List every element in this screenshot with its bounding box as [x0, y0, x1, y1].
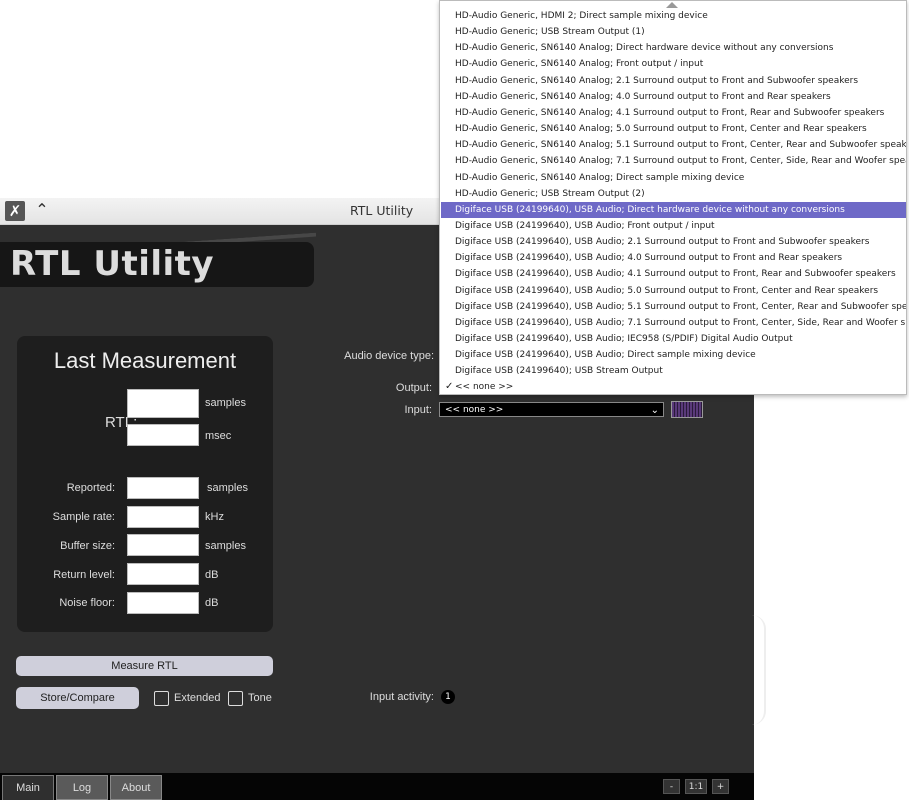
noise-floor-unit: dB — [205, 597, 219, 609]
input-activity-label: Input activity: — [369, 691, 434, 703]
dropdown-item[interactable]: HD-Audio Generic, SN6140 Analog; 2.1 Sur… — [441, 73, 906, 89]
rtl-samples-field[interactable] — [127, 389, 199, 418]
dropdown-item[interactable]: Digiface USB (24199640), USB Audio; IEC9… — [441, 331, 906, 347]
input-activity-indicator: 1 — [441, 690, 455, 704]
sample-rate-label: Sample rate: — [52, 511, 115, 523]
background-decoration — [752, 615, 766, 725]
dropdown-item[interactable]: Digiface USB (24199640), USB Audio; 5.1 … — [441, 299, 906, 315]
dropdown-item[interactable]: Digiface USB (24199640), USB Audio; 7.1 … — [441, 315, 906, 331]
reported-field[interactable] — [127, 477, 199, 499]
dropdown-item-label: Digiface USB (24199640), USB Audio; Dire… — [455, 204, 845, 215]
checkmark-icon: ✓ — [445, 381, 454, 393]
dropdown-item-label: HD-Audio Generic, SN6140 Analog; 4.0 Sur… — [455, 91, 831, 102]
sample-rate-unit: kHz — [205, 511, 224, 523]
dropdown-item-label: Digiface USB (24199640), USB Audio; 4.0 … — [455, 253, 843, 264]
dropdown-item-label: HD-Audio Generic; USB Stream Output (1) — [455, 27, 645, 38]
dropdown-item[interactable]: HD-Audio Generic; USB Stream Output (1) — [441, 24, 906, 40]
dropdown-item[interactable]: Digiface USB (24199640), USB Audio; Dire… — [441, 347, 906, 363]
store-compare-button[interactable]: Store/Compare — [16, 687, 139, 709]
audio-device-type-label: Audio device type: — [344, 350, 434, 362]
tone-checkbox[interactable] — [228, 691, 243, 706]
dropdown-item[interactable]: HD-Audio Generic, SN6140 Analog; 4.0 Sur… — [441, 89, 906, 105]
reported-label: Reported: — [66, 482, 115, 494]
sample-rate-field[interactable] — [127, 506, 199, 528]
last-measurement-panel: Last Measurement RTL: samples msec Repor… — [17, 336, 273, 632]
tone-label: Tone — [248, 692, 272, 704]
buffer-size-label: Buffer size: — [60, 540, 115, 552]
reported-unit: samples — [207, 482, 248, 494]
extended-checkbox[interactable] — [154, 691, 169, 706]
zoom-reset-button[interactable]: 1:1 — [685, 779, 707, 794]
noise-floor-label: Noise floor: — [59, 597, 115, 609]
dropdown-item[interactable]: HD-Audio Generic, SN6140 Analog; 5.1 Sur… — [441, 137, 906, 153]
rtl-msec-field[interactable] — [127, 424, 199, 446]
noise-floor-field[interactable] — [127, 592, 199, 614]
output-label: Output: — [395, 382, 432, 394]
tab-main[interactable]: Main — [2, 775, 54, 800]
dropdown-item-label: Digiface USB (24199640), USB Audio; 2.1 … — [455, 237, 870, 248]
dropdown-item[interactable]: Digiface USB (24199640), USB Audio; Dire… — [441, 201, 906, 218]
dropdown-item[interactable]: Digiface USB (24199640), USB Audio; 4.0 … — [441, 250, 906, 266]
dropdown-item[interactable]: HD-Audio Generic, HDMI 2; Direct sample … — [441, 8, 906, 24]
dropdown-item-label: Digiface USB (24199640), USB Audio; 4.1 … — [455, 269, 896, 280]
dropdown-item-label: HD-Audio Generic, SN6140 Analog; 5.1 Sur… — [455, 140, 906, 151]
dropdown-item-label: Digiface USB (24199640), USB Audio; IEC9… — [455, 334, 793, 344]
buffer-size-field[interactable] — [127, 534, 199, 556]
bottom-tab-bar: Main Log About - 1:1 + — [0, 773, 754, 800]
dropdown-item-label: HD-Audio Generic, SN6140 Analog; 5.0 Sur… — [455, 124, 867, 135]
logo-text: RTL Utility — [10, 244, 215, 284]
return-level-field[interactable] — [127, 563, 199, 585]
dropdown-item-label: HD-Audio Generic, SN6140 Analog; 2.1 Sur… — [455, 75, 859, 86]
tab-about[interactable]: About — [110, 775, 162, 800]
panel-title: Last Measurement — [53, 348, 237, 373]
extended-label: Extended — [174, 692, 221, 704]
dropdown-item-label: HD-Audio Generic, HDMI 2; Direct sample … — [455, 11, 708, 21]
dropdown-item-label: Digiface USB (24199640); USB Stream Outp… — [455, 366, 663, 377]
tab-log[interactable]: Log — [56, 775, 108, 800]
dropdown-item[interactable]: Digiface USB (24199640), USB Audio; 4.1 … — [441, 266, 906, 282]
dropdown-item[interactable]: Digiface USB (24199640), USB Audio; 2.1 … — [441, 234, 906, 250]
logo-banner: RTL Utility — [0, 242, 314, 287]
dropdown-item[interactable]: HD-Audio Generic; USB Stream Output (2) — [441, 186, 906, 202]
rtl-msec-unit: msec — [205, 430, 232, 442]
return-level-label: Return level: — [53, 569, 115, 581]
chevron-down-icon: ⌄ — [650, 405, 659, 416]
dropdown-item-label: HD-Audio Generic, SN6140 Analog; Direct … — [455, 43, 834, 54]
input-label: Input: — [404, 404, 432, 416]
zoom-out-button[interactable]: - — [663, 779, 680, 794]
dropdown-item-label: Digiface USB (24199640), USB Audio; 7.1 … — [455, 317, 906, 328]
dropdown-item-label: HD-Audio Generic, SN6140 Analog; Front o… — [455, 59, 704, 70]
dropdown-item-label: << none >> — [455, 382, 514, 393]
dropdown-item[interactable]: HD-Audio Generic, SN6140 Analog; 5.0 Sur… — [441, 121, 906, 137]
dropdown-item[interactable]: Digiface USB (24199640); USB Stream Outp… — [441, 363, 906, 379]
input-select[interactable]: << none >> ⌄ — [439, 402, 664, 417]
return-level-unit: dB — [205, 569, 219, 581]
rtl-samples-unit: samples — [205, 397, 246, 409]
dropdown-item[interactable]: HD-Audio Generic, SN6140 Analog; Front o… — [441, 56, 906, 72]
output-device-dropdown[interactable]: HD-Audio Generic, HDMI 2; Direct sample … — [439, 0, 907, 395]
dropdown-item[interactable]: HD-Audio Generic, SN6140 Analog; 4.1 Sur… — [441, 105, 906, 121]
input-select-value: << none >> — [445, 405, 504, 415]
window-title: RTL Utility — [350, 203, 414, 218]
dropdown-item[interactable]: Digiface USB (24199640), USB Audio; Fron… — [441, 218, 906, 234]
dropdown-item[interactable]: Digiface USB (24199640), USB Audio; 5.0 … — [441, 283, 906, 299]
dropdown-item[interactable]: HD-Audio Generic, SN6140 Analog; Direct … — [441, 170, 906, 186]
dropdown-item[interactable]: ✓ << none >> — [441, 379, 906, 395]
dropdown-item[interactable]: HD-Audio Generic, SN6140 Analog; Direct … — [441, 40, 906, 56]
dropdown-item-label: Digiface USB (24199640), USB Audio; Fron… — [455, 220, 715, 231]
dropdown-item-label: HD-Audio Generic, SN6140 Analog; 4.1 Sur… — [455, 107, 885, 118]
input-level-meter — [671, 401, 703, 418]
dropdown-item[interactable]: HD-Audio Generic, SN6140 Analog; 7.1 Sur… — [441, 153, 906, 169]
dropdown-item-label: HD-Audio Generic, SN6140 Analog; Direct … — [455, 172, 745, 183]
buffer-size-unit: samples — [205, 540, 246, 552]
x-logo-icon[interactable]: ✗ — [5, 201, 25, 221]
measure-rtl-button[interactable]: Measure RTL — [16, 656, 273, 676]
dropdown-item-label: Digiface USB (24199640), USB Audio; Dire… — [455, 350, 756, 361]
zoom-in-button[interactable]: + — [712, 779, 729, 794]
dropdown-item-label: HD-Audio Generic, SN6140 Analog; 7.1 Sur… — [455, 156, 906, 167]
dropdown-item-label: Digiface USB (24199640), USB Audio; 5.0 … — [455, 285, 879, 296]
dropdown-item-label: Digiface USB (24199640), USB Audio; 5.1 … — [455, 301, 906, 312]
dropdown-item-label: HD-Audio Generic; USB Stream Output (2) — [455, 188, 645, 199]
double-chevron-up-icon[interactable]: ⌃ — [32, 200, 52, 220]
